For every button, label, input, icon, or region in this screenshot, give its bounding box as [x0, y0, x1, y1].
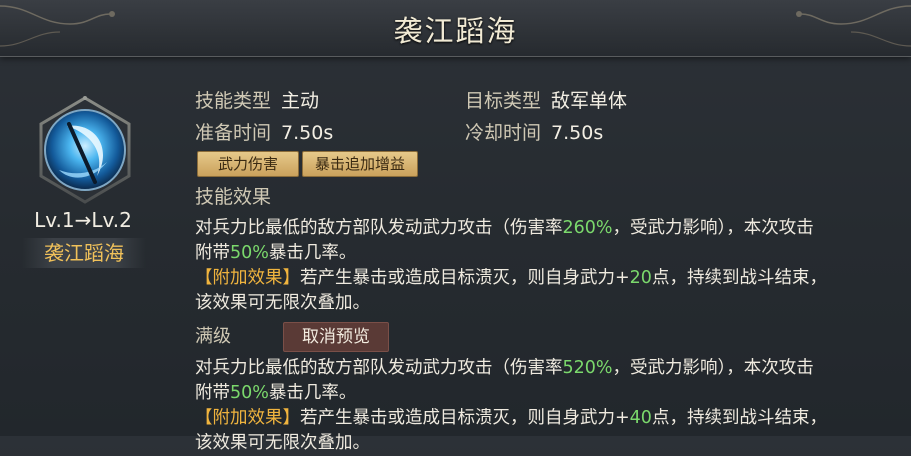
cooldown-label: 冷却时间 [465, 122, 542, 144]
max-line-2: 附带50%暴击几率。 [195, 383, 357, 403]
skill-summary-panel: Lv.1→Lv.2 袭江蹈海 [0, 56, 175, 436]
skill-type-row: 技能类型 主动 [195, 86, 319, 113]
target-type-row: 目标类型 敌军单体 [465, 86, 627, 113]
skill-name-badge: 袭江蹈海 [22, 238, 146, 268]
page-title: 袭江蹈海 [393, 14, 518, 48]
max-line-1: 对兵力比最低的敌方部队发动武力攻击（伤害率520%，受武力影响），本次攻击 [195, 358, 814, 378]
effect-description: 对兵力比最低的敌方部队发动武力攻击（伤害率260%，受武力影响），本次攻击 附带… [195, 216, 909, 316]
max-line-4: 该效果可无限次叠加。 [195, 433, 370, 453]
damage-rate-value: 260% [562, 218, 613, 238]
cooldown-value: 7.50s [551, 122, 604, 144]
max-force-bonus-value: 40 [629, 408, 652, 428]
skill-name: 袭江蹈海 [44, 241, 124, 265]
max-level-description: 对兵力比最低的敌方部队发动武力攻击（伤害率520%，受武力影响），本次攻击 附带… [195, 356, 909, 456]
cancel-preview-button[interactable]: 取消预览 [283, 322, 389, 352]
extra-effect-tag: 【附加效果】 [195, 268, 300, 288]
prep-time-row: 准备时间 7.50s [195, 118, 333, 145]
skill-type-value: 主动 [281, 90, 320, 112]
title-bar: 袭江蹈海 [0, 0, 911, 57]
effect-line-3: 【附加效果】若产生暴击或造成目标溃灭，则自身武力+20点，持续到战斗结束， [195, 268, 827, 288]
max-level-label: 满级 [195, 326, 231, 347]
prep-time-label: 准备时间 [195, 122, 272, 144]
max-line-3: 【附加效果】若产生暴击或造成目标溃灭，则自身武力+40点，持续到战斗结束， [195, 408, 827, 428]
force-bonus-value: 20 [629, 268, 652, 288]
target-type-value: 敌军单体 [551, 90, 628, 112]
max-extra-effect-tag: 【附加效果】 [195, 408, 300, 428]
crescent-blade-icon[interactable] [35, 96, 135, 204]
skill-type-label: 技能类型 [195, 90, 272, 112]
effect-section-title: 技能效果 [195, 186, 272, 208]
tag-crit-buff: 暴击追加增益 [302, 151, 418, 177]
prep-time-value: 7.50s [281, 122, 334, 144]
max-crit-rate-value: 50% [230, 383, 269, 403]
tag-martial-damage: 武力伤害 [197, 151, 299, 177]
crit-rate-value: 50% [230, 243, 269, 263]
effect-line-2: 附带50%暴击几率。 [195, 243, 357, 263]
max-damage-rate-value: 520% [562, 358, 613, 378]
effect-line-4: 该效果可无限次叠加。 [195, 293, 370, 313]
skill-level-text: Lv.1→Lv.2 [34, 208, 132, 232]
target-type-label: 目标类型 [465, 90, 542, 112]
effect-line-1: 对兵力比最低的敌方部队发动武力攻击（伤害率260%，受武力影响），本次攻击 [195, 218, 814, 238]
cooldown-row: 冷却时间 7.50s [465, 118, 603, 145]
